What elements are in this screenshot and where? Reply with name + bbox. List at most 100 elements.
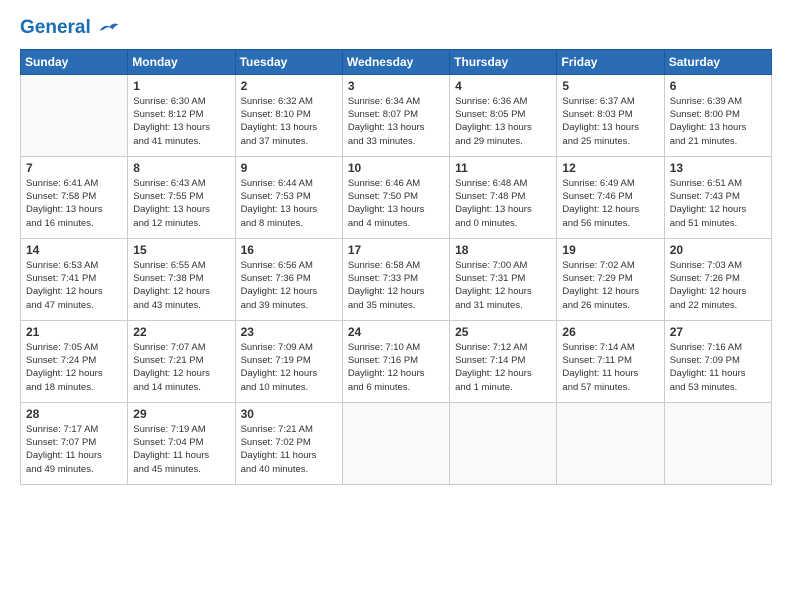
day-number: 6 — [670, 79, 766, 93]
day-cell: 23Sunrise: 7:09 AM Sunset: 7:19 PM Dayli… — [235, 320, 342, 402]
weekday-friday: Friday — [557, 49, 664, 74]
day-cell: 11Sunrise: 6:48 AM Sunset: 7:48 PM Dayli… — [450, 156, 557, 238]
logo-general: General — [20, 17, 91, 38]
day-info: Sunrise: 6:55 AM Sunset: 7:38 PM Dayligh… — [133, 259, 229, 312]
day-cell — [664, 402, 771, 484]
day-info: Sunrise: 6:36 AM Sunset: 8:05 PM Dayligh… — [455, 95, 551, 148]
day-cell: 26Sunrise: 7:14 AM Sunset: 7:11 PM Dayli… — [557, 320, 664, 402]
day-info: Sunrise: 7:00 AM Sunset: 7:31 PM Dayligh… — [455, 259, 551, 312]
day-info: Sunrise: 7:12 AM Sunset: 7:14 PM Dayligh… — [455, 341, 551, 394]
day-cell: 17 Sunrise: 6:58 AM Sunset: 7:33 PM Dayli… — [342, 238, 449, 320]
day-info: Sunrise: 6:34 AM Sunset: 8:07 PM Dayligh… — [348, 95, 444, 148]
day-cell: 1Sunrise: 6:30 AM Sunset: 8:12 PM Daylig… — [128, 74, 235, 156]
day-cell — [557, 402, 664, 484]
day-number: 22 — [133, 325, 229, 339]
weekday-saturday: Saturday — [664, 49, 771, 74]
day-cell: 22 Sunrise: 7:07 AM Sunset: 7:21 PM Dayli… — [128, 320, 235, 402]
day-number: 18 — [455, 243, 551, 257]
week-row-4: 21 Sunrise: 7:05 AM Sunset: 7:24 PM Dayli… — [21, 320, 772, 402]
day-number: 3 — [348, 79, 444, 93]
day-number: 11 — [455, 161, 551, 175]
day-number: 19 — [562, 243, 658, 257]
day-info: Sunrise: 6:49 AM Sunset: 7:46 PM Dayligh… — [562, 177, 658, 230]
weekday-thursday: Thursday — [450, 49, 557, 74]
weekday-wednesday: Wednesday — [342, 49, 449, 74]
day-info: Sunrise: 7:21 AM Sunset: 7:02 PM Dayligh… — [241, 423, 337, 476]
day-info: Sunrise: 6:43 AM Sunset: 7:55 PM Dayligh… — [133, 177, 229, 230]
day-number: 5 — [562, 79, 658, 93]
week-row-5: 28 Sunrise: 7:17 AM Sunset: 7:07 PM Dayli… — [21, 402, 772, 484]
day-cell — [342, 402, 449, 484]
day-number: 8 — [133, 161, 229, 175]
day-cell: 28 Sunrise: 7:17 AM Sunset: 7:07 PM Dayli… — [21, 402, 128, 484]
day-cell: 8 Sunrise: 6:43 AM Sunset: 7:55 PM Daylig… — [128, 156, 235, 238]
day-info: Sunrise: 6:30 AM Sunset: 8:12 PM Dayligh… — [133, 95, 229, 148]
logo-bird-icon — [98, 20, 120, 36]
weekday-row: SundayMondayTuesdayWednesdayThursdayFrid… — [21, 49, 772, 74]
day-number: 9 — [241, 161, 337, 175]
day-info: Sunrise: 7:07 AM Sunset: 7:21 PM Dayligh… — [133, 341, 229, 394]
day-number: 27 — [670, 325, 766, 339]
day-cell: 6 Sunrise: 6:39 AM Sunset: 8:00 PM Daylig… — [664, 74, 771, 156]
day-number: 12 — [562, 161, 658, 175]
day-cell: 3 Sunrise: 6:34 AM Sunset: 8:07 PM Daylig… — [342, 74, 449, 156]
day-cell — [450, 402, 557, 484]
day-info: Sunrise: 6:41 AM Sunset: 7:58 PM Dayligh… — [26, 177, 122, 230]
calendar-body: 1Sunrise: 6:30 AM Sunset: 8:12 PM Daylig… — [21, 74, 772, 484]
logo: General — [20, 18, 120, 39]
calendar-table: SundayMondayTuesdayWednesdayThursdayFrid… — [20, 49, 772, 485]
day-cell: 14 Sunrise: 6:53 AM Sunset: 7:41 PM Dayli… — [21, 238, 128, 320]
day-info: Sunrise: 6:44 AM Sunset: 7:53 PM Dayligh… — [241, 177, 337, 230]
day-cell: 29 Sunrise: 7:19 AM Sunset: 7:04 PM Dayli… — [128, 402, 235, 484]
day-cell: 21 Sunrise: 7:05 AM Sunset: 7:24 PM Dayli… — [21, 320, 128, 402]
week-row-1: 1Sunrise: 6:30 AM Sunset: 8:12 PM Daylig… — [21, 74, 772, 156]
day-info: Sunrise: 7:03 AM Sunset: 7:26 PM Dayligh… — [670, 259, 766, 312]
day-number: 28 — [26, 407, 122, 421]
calendar-header: SundayMondayTuesdayWednesdayThursdayFrid… — [21, 49, 772, 74]
day-number: 13 — [670, 161, 766, 175]
day-info: Sunrise: 6:37 AM Sunset: 8:03 PM Dayligh… — [562, 95, 658, 148]
day-cell: 16Sunrise: 6:56 AM Sunset: 7:36 PM Dayli… — [235, 238, 342, 320]
day-info: Sunrise: 7:16 AM Sunset: 7:09 PM Dayligh… — [670, 341, 766, 394]
day-info: Sunrise: 6:32 AM Sunset: 8:10 PM Dayligh… — [241, 95, 337, 148]
day-cell: 24 Sunrise: 7:10 AM Sunset: 7:16 PM Dayli… — [342, 320, 449, 402]
day-cell — [21, 74, 128, 156]
day-info: Sunrise: 6:53 AM Sunset: 7:41 PM Dayligh… — [26, 259, 122, 312]
day-number: 2 — [241, 79, 337, 93]
day-info: Sunrise: 7:19 AM Sunset: 7:04 PM Dayligh… — [133, 423, 229, 476]
day-number: 29 — [133, 407, 229, 421]
day-cell: 7 Sunrise: 6:41 AM Sunset: 7:58 PM Daylig… — [21, 156, 128, 238]
weekday-monday: Monday — [128, 49, 235, 74]
day-info: Sunrise: 7:02 AM Sunset: 7:29 PM Dayligh… — [562, 259, 658, 312]
day-number: 23 — [241, 325, 337, 339]
day-cell: 12 Sunrise: 6:49 AM Sunset: 7:46 PM Dayli… — [557, 156, 664, 238]
day-info: Sunrise: 7:14 AM Sunset: 7:11 PM Dayligh… — [562, 341, 658, 394]
day-number: 24 — [348, 325, 444, 339]
day-info: Sunrise: 6:51 AM Sunset: 7:43 PM Dayligh… — [670, 177, 766, 230]
header: General — [20, 18, 772, 39]
day-number: 25 — [455, 325, 551, 339]
day-cell: 20 Sunrise: 7:03 AM Sunset: 7:26 PM Dayli… — [664, 238, 771, 320]
day-cell: 13 Sunrise: 6:51 AM Sunset: 7:43 PM Dayli… — [664, 156, 771, 238]
day-number: 15 — [133, 243, 229, 257]
day-info: Sunrise: 7:05 AM Sunset: 7:24 PM Dayligh… — [26, 341, 122, 394]
day-info: Sunrise: 7:10 AM Sunset: 7:16 PM Dayligh… — [348, 341, 444, 394]
day-info: Sunrise: 7:17 AM Sunset: 7:07 PM Dayligh… — [26, 423, 122, 476]
page: General SundayMondayTuesdayWednesdayThur… — [0, 0, 792, 612]
day-number: 14 — [26, 243, 122, 257]
day-number: 20 — [670, 243, 766, 257]
week-row-2: 7 Sunrise: 6:41 AM Sunset: 7:58 PM Daylig… — [21, 156, 772, 238]
day-cell: 25 Sunrise: 7:12 AM Sunset: 7:14 PM Dayli… — [450, 320, 557, 402]
day-info: Sunrise: 6:46 AM Sunset: 7:50 PM Dayligh… — [348, 177, 444, 230]
day-cell: 15 Sunrise: 6:55 AM Sunset: 7:38 PM Dayli… — [128, 238, 235, 320]
weekday-tuesday: Tuesday — [235, 49, 342, 74]
day-cell: 18 Sunrise: 7:00 AM Sunset: 7:31 PM Dayli… — [450, 238, 557, 320]
day-info: Sunrise: 6:39 AM Sunset: 8:00 PM Dayligh… — [670, 95, 766, 148]
day-cell: 27 Sunrise: 7:16 AM Sunset: 7:09 PM Dayli… — [664, 320, 771, 402]
day-cell: 30Sunrise: 7:21 AM Sunset: 7:02 PM Dayli… — [235, 402, 342, 484]
day-info: Sunrise: 6:58 AM Sunset: 7:33 PM Dayligh… — [348, 259, 444, 312]
day-number: 21 — [26, 325, 122, 339]
day-number: 7 — [26, 161, 122, 175]
day-cell: 5 Sunrise: 6:37 AM Sunset: 8:03 PM Daylig… — [557, 74, 664, 156]
day-number: 17 — [348, 243, 444, 257]
